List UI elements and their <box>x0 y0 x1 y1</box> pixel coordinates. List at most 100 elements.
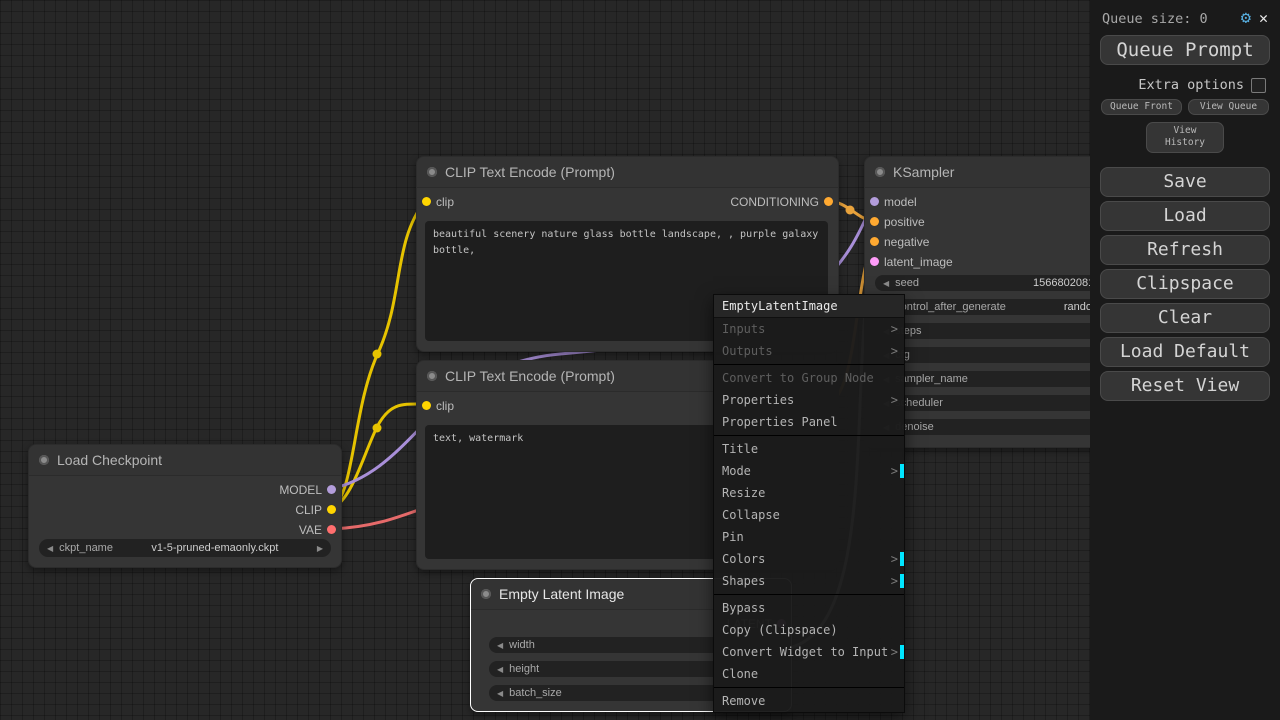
menu-item-collapse[interactable]: Collapse <box>714 504 904 526</box>
submenu-marker <box>900 574 904 588</box>
node-header[interactable]: KSampler <box>865 157 1090 188</box>
close-icon[interactable]: ✕ <box>1259 11 1268 26</box>
output-slot-conditioning-dot[interactable] <box>824 197 833 206</box>
node-graph-canvas[interactable]: CLIP Text Encode (Prompt) clip CONDITION… <box>0 0 1090 720</box>
input-slot-negative-label: negative <box>884 235 930 249</box>
menu-item-properties-panel[interactable]: Properties Panel <box>714 411 904 433</box>
comfyui-app: CLIP Text Encode (Prompt) clip CONDITION… <box>0 0 1280 720</box>
arrow-left-icon[interactable]: ◀ <box>497 641 503 650</box>
menu-item-remove[interactable]: Remove <box>714 690 904 712</box>
reset-view-button[interactable]: Reset View <box>1100 370 1270 401</box>
widget-label: width <box>509 639 535 651</box>
submenu-arrow-icon: > <box>890 552 898 566</box>
node-title: Load Checkpoint <box>57 452 163 468</box>
widget-label: batch_size <box>509 687 562 699</box>
menu-item-copy-clipspace[interactable]: Copy (Clipspace) <box>714 619 904 641</box>
menu-item-title[interactable]: Title <box>714 438 904 460</box>
arrow-left-icon[interactable]: ◀ <box>497 689 503 698</box>
menu-item-pin[interactable]: Pin <box>714 526 904 548</box>
submenu-marker <box>900 645 904 659</box>
output-slot-vae-dot[interactable] <box>327 525 336 534</box>
menu-item-inputs[interactable]: Inputs > <box>714 318 904 340</box>
node-title: KSampler <box>893 164 955 180</box>
clipspace-button[interactable]: Clipspace <box>1100 268 1270 299</box>
widget-label: seed <box>895 277 920 289</box>
collapse-dot-icon[interactable] <box>427 371 437 381</box>
queue-prompt-button[interactable]: Queue Prompt <box>1100 35 1270 65</box>
input-slot-latent-image-dot[interactable] <box>870 257 879 266</box>
context-menu: EmptyLatentImage Inputs > Outputs > Conver… <box>713 294 905 713</box>
menu-separator <box>714 364 904 365</box>
load-button[interactable]: Load <box>1100 200 1270 231</box>
output-slot-vae-label: VAE <box>298 523 322 537</box>
queue-front-button[interactable]: Queue Front <box>1101 99 1182 115</box>
output-slot-model-dot[interactable] <box>327 485 336 494</box>
widget-label: height <box>509 663 540 675</box>
output-slot-clip-label: CLIP <box>295 503 322 517</box>
submenu-marker <box>900 552 904 566</box>
load-default-button[interactable]: Load Default <box>1100 336 1270 367</box>
submenu-arrow-icon: > <box>890 464 898 478</box>
collapse-dot-icon[interactable] <box>481 589 491 599</box>
menu-item-outputs[interactable]: Outputs > <box>714 340 904 362</box>
queue-size-label: Queue size: 0 <box>1102 10 1208 27</box>
widget-scheduler[interactable]: ◀ scheduler <box>875 395 1090 411</box>
menu-item-properties[interactable]: Properties > <box>714 389 904 411</box>
menu-item-convert-to-group-node[interactable]: Convert to Group Node <box>714 367 904 389</box>
wire-dot <box>845 205 855 215</box>
widget-label: sampler_name <box>895 373 968 385</box>
widget-steps[interactable]: ◀ steps <box>875 323 1090 339</box>
widget-cfg[interactable]: ◀ cfg <box>875 347 1090 363</box>
save-button[interactable]: Save <box>1100 166 1270 197</box>
submenu-arrow-icon: > <box>890 322 898 336</box>
menu-item-shapes[interactable]: Shapes > <box>714 570 904 592</box>
submenu-arrow-icon: > <box>890 574 898 588</box>
node-header[interactable]: CLIP Text Encode (Prompt) <box>417 157 838 188</box>
clear-button[interactable]: Clear <box>1100 302 1270 333</box>
menu-item-resize[interactable]: Resize <box>714 482 904 504</box>
submenu-arrow-icon: > <box>890 393 898 407</box>
menu-item-bypass[interactable]: Bypass <box>714 597 904 619</box>
widget-denoise[interactable]: ◀ denoise <box>875 419 1090 435</box>
arrow-left-icon[interactable]: ◀ <box>883 279 889 288</box>
submenu-arrow-icon: > <box>890 344 898 358</box>
widget-control-after-generate[interactable]: ◀ control_after_generate randomize <box>875 299 1090 315</box>
menu-item-clone[interactable]: Clone <box>714 663 904 685</box>
view-history-button[interactable]: View History <box>1146 122 1224 153</box>
refresh-button[interactable]: Refresh <box>1100 234 1270 265</box>
node-header[interactable]: Load Checkpoint <box>29 445 341 476</box>
wire-dot <box>372 349 382 359</box>
node-title: Empty Latent Image <box>499 586 625 602</box>
wire-clip-to-bottom-encode <box>329 402 426 511</box>
menu-separator <box>714 687 904 688</box>
widget-sampler-name[interactable]: ◀ sampler_name <box>875 371 1090 387</box>
widget-value: v1-5-pruned-emaonly.ckpt <box>151 542 279 554</box>
input-slot-negative-dot[interactable] <box>870 237 879 246</box>
arrow-left-icon[interactable]: ◀ <box>47 544 53 553</box>
input-slot-clip-dot[interactable] <box>422 401 431 410</box>
settings-gear-icon[interactable]: ⚙ <box>1241 10 1251 27</box>
output-slot-clip-dot[interactable] <box>327 505 336 514</box>
input-slot-model-label: model <box>884 195 917 209</box>
input-slot-clip-dot[interactable] <box>422 197 431 206</box>
input-slot-model-dot[interactable] <box>870 197 879 206</box>
collapse-dot-icon[interactable] <box>39 455 49 465</box>
wire-dot <box>372 423 382 433</box>
node-load-checkpoint[interactable]: Load Checkpoint MODEL CLIP VAE ◀ ckpt_na… <box>28 444 342 568</box>
input-slot-clip-label: clip <box>436 195 455 209</box>
widget-seed[interactable]: ◀ seed 1566802081 <box>875 275 1090 291</box>
view-queue-button[interactable]: View Queue <box>1188 99 1269 115</box>
input-slot-positive-dot[interactable] <box>870 217 879 226</box>
extra-options-checkbox[interactable] <box>1251 77 1266 93</box>
collapse-dot-icon[interactable] <box>427 167 437 177</box>
collapse-dot-icon[interactable] <box>875 167 885 177</box>
menu-item-colors[interactable]: Colors > <box>714 548 904 570</box>
widget-label: ckpt_name <box>59 542 113 554</box>
menu-item-mode[interactable]: Mode > <box>714 460 904 482</box>
extra-options-label: Extra options <box>1138 77 1244 93</box>
menu-item-convert-widget-to-input[interactable]: Convert Widget to Input > <box>714 641 904 663</box>
widget-ckpt-name[interactable]: ◀ ckpt_name v1-5-pruned-emaonly.ckpt ▶ <box>39 539 331 557</box>
arrow-right-icon[interactable]: ▶ <box>317 544 323 553</box>
arrow-left-icon[interactable]: ◀ <box>497 665 503 674</box>
comfy-menu-panel: Queue size: 0 ⚙ ✕ Queue Prompt Extra opt… <box>1090 0 1280 720</box>
